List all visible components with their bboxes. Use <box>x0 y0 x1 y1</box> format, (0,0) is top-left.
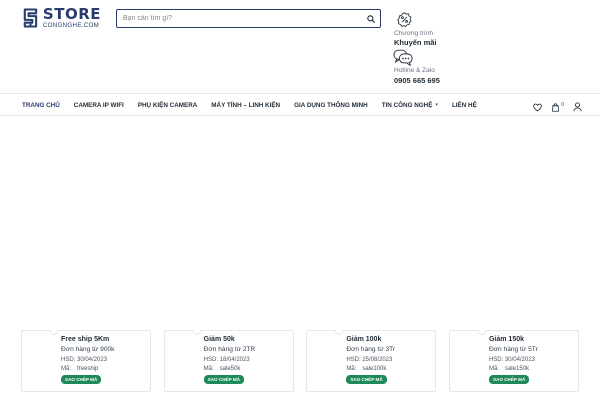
coupon-expiry: 18/04/2023 <box>219 357 250 363</box>
chevron-down-icon: ▾ <box>435 102 438 108</box>
coupon-description: Đơn hàng từ 900k <box>61 346 115 353</box>
coupon-code-label: Mã: <box>61 366 72 372</box>
wishlist-button[interactable] <box>533 103 542 112</box>
nav-item-camera-accessories[interactable]: PHỤ KIỆN CAMERA <box>131 102 204 109</box>
copy-code-button[interactable]: SAO CHÉP MÃ <box>61 375 102 384</box>
header-divider <box>0 93 600 94</box>
copy-code-button[interactable]: SAO CHÉP MÃ <box>203 375 244 384</box>
nav-item-home[interactable]: TRANG CHỦ <box>15 102 67 109</box>
chat-icon[interactable] <box>393 49 413 66</box>
coupon-code-label: Mã: <box>346 366 357 372</box>
coupon-card: Giảm 100k Đơn hàng từ 3Tr HSD: 25/08/2023… <box>306 330 437 392</box>
coupon-code: freeship <box>77 366 99 372</box>
search-icon <box>367 14 375 23</box>
hotline-subtitle: Hotline & Zalo <box>394 67 435 74</box>
coupon-title: Giảm 150k <box>488 336 524 343</box>
main-nav: TRANG CHỦ CAMERA IP WIFI PHỤ KIỆN CAMERA… <box>15 96 484 114</box>
coupon-description: Đơn hàng từ 3Tr <box>346 346 396 353</box>
nav-item-tech-news[interactable]: TIN CÔNG NGHỆ ▾ <box>375 102 445 109</box>
coupon-description: Đơn hàng từ 2TR <box>203 346 256 353</box>
coupon-code: sale50k <box>219 366 241 372</box>
coupon-card: Giảm 150k Đơn hàng từ 5Tr HSD: 30/04/2023… <box>448 330 579 392</box>
logo-mark-icon <box>23 8 38 28</box>
nav-item-contact[interactable]: LIÊN HỆ <box>445 102 484 109</box>
coupon-card: Free ship 5Km Đơn hàng từ 900k HSD: 30/04… <box>21 330 151 392</box>
coupon-expiry-label: HSD: <box>61 357 76 363</box>
nav-divider <box>0 115 600 116</box>
coupon-card: Giảm 50k Đơn hàng từ 2TR HSD: 18/04/2023 … <box>163 330 294 392</box>
search-bar <box>116 9 381 28</box>
coupon-image <box>450 331 482 391</box>
nav-item-smart-home[interactable]: GIA DỤNG THÔNG MINH <box>287 102 375 109</box>
coupon-expiry-label: HSD: <box>488 357 504 363</box>
hotline-number[interactable]: 0905 665 695 <box>394 76 440 85</box>
coupon-expiry-label: HSD: <box>203 357 218 363</box>
user-icon <box>573 102 582 112</box>
coupon-title: Giảm 100k <box>346 336 382 343</box>
coupon-code: sale100k <box>362 366 387 372</box>
coupon-image <box>165 331 197 391</box>
coupon-expiry-label: HSD: <box>346 357 361 363</box>
coupon-expiry: 30/04/2023 <box>77 357 108 363</box>
store-logo[interactable]: STORE CONGNGHE.COM <box>21 6 101 30</box>
coupon-title: Free ship 5Km <box>61 336 110 343</box>
search-button[interactable] <box>362 10 380 27</box>
coupon-image <box>307 331 339 391</box>
promo-link[interactable]: Khuyến mãi <box>394 38 437 47</box>
nav-item-computers[interactable]: MÁY TÍNH – LINH KIỆN <box>204 102 287 109</box>
coupon-list: Free ship 5Km Đơn hàng từ 900k HSD: 30/04… <box>21 330 579 392</box>
cart-button[interactable]: 0 <box>551 101 565 112</box>
logo-text: STORE <box>42 4 101 23</box>
discount-icon[interactable] <box>397 12 412 27</box>
copy-code-button[interactable]: SAO CHÉP MÃ <box>346 375 387 384</box>
cart-count-badge: 0 <box>561 101 565 108</box>
logo-subtext: CONGNGHE.COM <box>42 21 100 29</box>
coupon-code-label: Mã: <box>203 366 214 372</box>
nav-item-camera-ip-wifi[interactable]: CAMERA IP WIFI <box>67 102 131 109</box>
coupon-expiry: 25/08/2023 <box>362 357 393 363</box>
coupon-title: Giảm 50k <box>203 336 235 343</box>
coupon-code: sale150k <box>504 366 529 372</box>
heart-icon <box>533 103 542 111</box>
copy-code-button[interactable]: SAO CHÉP MÃ <box>488 375 530 384</box>
coupon-code-label: Mã: <box>488 366 499 372</box>
nav-actions: 0 <box>533 102 582 112</box>
cart-icon <box>552 102 559 112</box>
promo-subtitle: Chương trình <box>394 30 433 37</box>
coupon-description: Đơn hàng từ 5Tr <box>488 346 538 353</box>
account-button[interactable] <box>573 102 582 112</box>
coupon-image <box>22 331 54 391</box>
coupon-expiry: 30/04/2023 <box>504 357 535 363</box>
search-input[interactable] <box>117 10 362 27</box>
